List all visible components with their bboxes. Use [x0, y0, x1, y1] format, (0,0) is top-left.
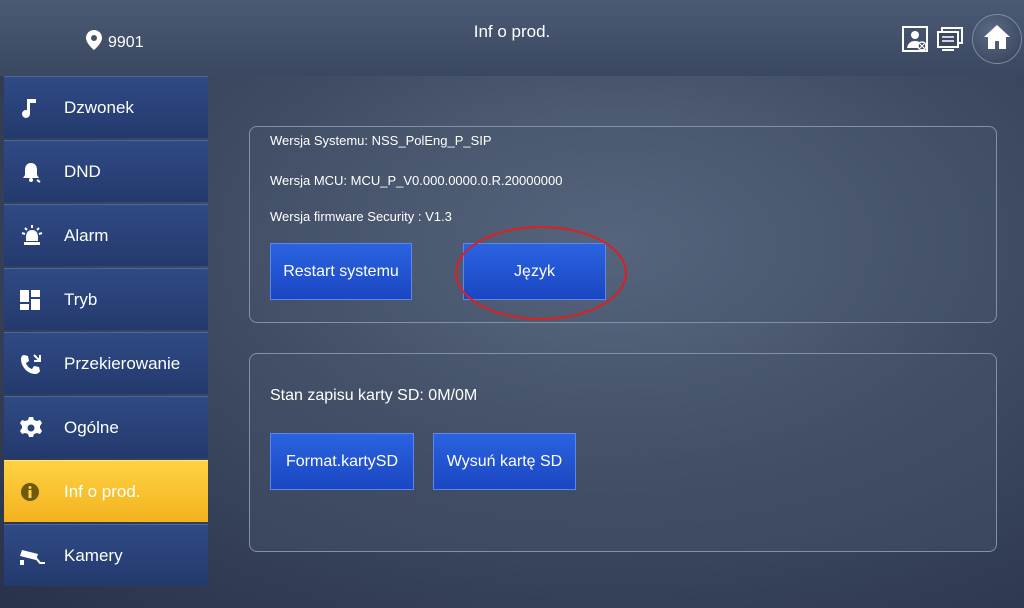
grid-mode-icon: [4, 289, 60, 310]
sidebar-item-label: Tryb: [64, 289, 98, 309]
sidebar-item-label: Ogólne: [64, 417, 119, 437]
sidebar-item-label: Dzwonek: [64, 97, 134, 117]
top-bar: 9901 Inf o prod.: [0, 0, 1024, 76]
home-button[interactable]: [972, 14, 1022, 64]
sidebar-item-label: Kamery: [64, 545, 123, 565]
sidebar-item-ogolne[interactable]: Ogólne: [4, 396, 208, 458]
system-info-panel: Wersja Systemu: NSS_PolEng_P_SIP Wersja …: [249, 126, 997, 323]
sidebar-item-label: Alarm: [64, 225, 109, 245]
system-version-text: Wersja Systemu: NSS_PolEng_P_SIP: [270, 133, 492, 148]
sidebar-item-inf-o-prod[interactable]: Inf o prod.: [4, 460, 208, 522]
bell-icon: [4, 161, 60, 183]
sidebar: Dzwonek DND Alarm Tryb Przekierowanie Og…: [4, 76, 208, 588]
page-title: Inf o prod.: [473, 22, 551, 41]
status-icons: [902, 14, 1024, 64]
camera-icon: [4, 546, 60, 566]
sidebar-item-dnd[interactable]: DND: [4, 140, 208, 202]
sd-card-panel: Stan zapisu karty SD: 0M/0M Format.karty…: [249, 353, 997, 552]
info-icon: [4, 482, 60, 502]
format-sd-card-button[interactable]: Format.kartySD: [270, 433, 414, 490]
sidebar-item-label: DND: [64, 161, 101, 181]
sidebar-item-label: Przekierowanie: [64, 353, 181, 373]
sidebar-item-alarm[interactable]: Alarm: [4, 204, 208, 266]
eject-sd-card-button[interactable]: Wysuń kartę SD: [433, 433, 576, 490]
mcu-version-text: Wersja MCU: MCU_P_V0.000.0000.0.R.200000…: [270, 173, 563, 188]
sidebar-item-przekierowanie[interactable]: Przekierowanie: [4, 332, 208, 394]
sidebar-item-label: Inf o prod.: [64, 481, 141, 501]
monitor-icon[interactable]: [936, 26, 964, 52]
home-icon: [983, 24, 1011, 55]
gear-icon: [4, 416, 60, 439]
restart-system-button[interactable]: Restart systemu: [270, 243, 412, 300]
sidebar-item-dzwonek[interactable]: Dzwonek: [4, 76, 208, 138]
sd-card-status-icon: [902, 26, 928, 52]
music-note-icon: [4, 97, 60, 119]
call-forward-icon: [4, 353, 60, 375]
sd-card-status-text: Stan zapisu karty SD: 0M/0M: [270, 387, 478, 404]
sidebar-item-tryb[interactable]: Tryb: [4, 268, 208, 330]
alarm-siren-icon: [4, 224, 60, 247]
language-button[interactable]: Język: [463, 243, 606, 300]
sidebar-item-kamery[interactable]: Kamery: [4, 524, 208, 586]
security-firmware-text: Wersja firmware Security : V1.3: [270, 209, 452, 224]
